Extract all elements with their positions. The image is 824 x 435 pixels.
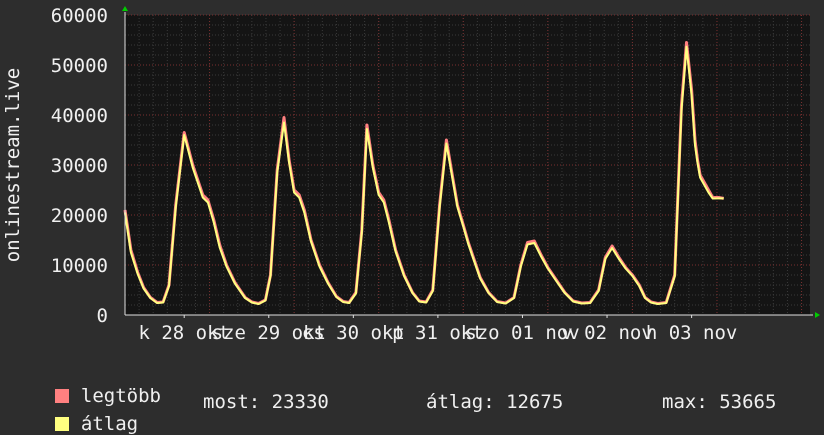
y-tick-label: 20000 xyxy=(51,205,108,227)
x-tick-label: v 02 nov xyxy=(561,322,653,344)
y-tick-labels: 0 10000 20000 30000 40000 50000 60000 xyxy=(51,5,108,327)
x-tick-label: h 03 nov xyxy=(646,322,738,344)
stat-average: átlag: 12675 xyxy=(426,391,564,413)
y-tick-label: 40000 xyxy=(51,105,108,127)
y-axis-arrow xyxy=(122,6,128,11)
y-axis-label: onlinestream.live xyxy=(2,68,24,262)
x-tick-labels: k 28 oktsze 29 oktcs 30 oktp 31 oktszo 0… xyxy=(138,322,737,344)
legend-item-avg: átlag xyxy=(32,391,138,435)
y-tick-label: 30000 xyxy=(51,155,108,177)
stat-now: most: 23330 xyxy=(203,391,329,413)
x-tick-label: cs 30 okt xyxy=(302,322,405,344)
legend-label-avg: átlag xyxy=(80,413,139,435)
x-axis-arrow xyxy=(815,312,820,318)
y-tick-label: 60000 xyxy=(51,5,108,27)
legend-swatch-avg xyxy=(54,417,69,431)
y-tick-label: 50000 xyxy=(51,55,108,77)
legend-item-max: legtöbb xyxy=(32,363,161,407)
y-tick-label: 0 xyxy=(97,305,108,327)
y-tick-label: 10000 xyxy=(51,255,108,277)
stat-max: max: 53665 xyxy=(662,391,777,413)
